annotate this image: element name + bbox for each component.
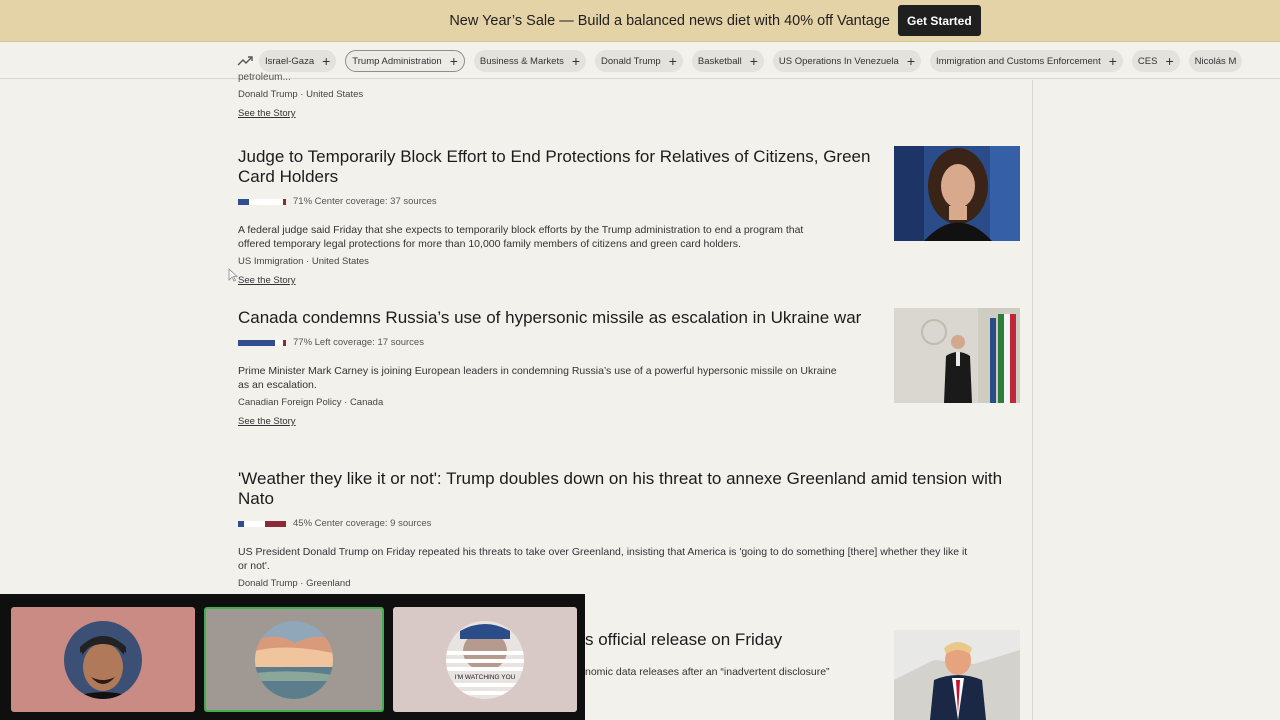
bias-left-segment: [238, 339, 275, 346]
story-thumbnail[interactable]: [894, 146, 1020, 241]
see-story-link[interactable]: See the Story: [238, 416, 296, 427]
topic-label: CES: [1137, 55, 1158, 67]
coverage-text: 45% Center coverage: 9 sources: [293, 518, 432, 529]
story-title[interactable]: s official release on Friday: [585, 630, 782, 650]
story-meta: Canadian Foreign Policy · Canada: [238, 397, 384, 408]
topic-nav: Israel-Gaza + Trump Administration + Busin…: [0, 44, 1280, 79]
bias-bar: [238, 198, 286, 205]
see-story-link[interactable]: See the Story: [238, 108, 296, 119]
avatar-caption: I'M WATCHING YOU: [454, 673, 516, 681]
topic-chip-active[interactable]: Trump Administration +: [345, 50, 465, 72]
plus-icon[interactable]: +: [907, 54, 915, 68]
participant-avatar: [255, 620, 333, 699]
bias-center-segment: [243, 520, 266, 527]
topic-chip[interactable]: Donald Trump +: [595, 50, 683, 72]
topic-label: Donald Trump: [601, 55, 661, 67]
bias-center-segment: [248, 198, 283, 205]
get-started-button[interactable]: Get Started: [897, 5, 981, 36]
topic-chip[interactable]: Basketball +: [691, 50, 764, 72]
video-call-strip: I'M WATCHING YOU: [0, 594, 585, 720]
story-summary: nomic data releases after an “inadverten…: [585, 666, 830, 678]
coverage-text: 71% Center coverage: 37 sources: [293, 196, 437, 207]
story-meta: Donald Trump · United States: [238, 89, 364, 100]
bias-indicator: 71% Center coverage: 37 sources: [238, 196, 878, 207]
see-story-link[interactable]: See the Story: [238, 275, 296, 286]
bias-center-segment: [274, 339, 284, 346]
bias-indicator: 77% Left coverage: 17 sources: [238, 337, 878, 348]
topic-label: Trump Administration: [352, 55, 442, 67]
plus-icon[interactable]: +: [1165, 54, 1173, 68]
topic-chip[interactable]: CES +: [1131, 50, 1180, 72]
story-card[interactable]: 'Weather they like it or not': Trump dou…: [238, 469, 1028, 589]
topic-label: US Operations In Venezuela: [778, 55, 899, 67]
participant-avatar: I'M WATCHING YOU: [446, 620, 524, 699]
promo-banner: New Year’s Sale — Build a balanced news …: [0, 0, 1280, 42]
bias-indicator: 45% Center coverage: 9 sources: [238, 518, 1028, 529]
topic-label: Basketball: [697, 55, 742, 67]
right-sidebar: [1033, 80, 1280, 720]
story-thumbnail[interactable]: [894, 630, 1020, 720]
topic-chip[interactable]: Business & Markets +: [473, 50, 587, 72]
plus-icon[interactable]: +: [450, 54, 458, 68]
previous-story-summary: petroleum...: [238, 72, 291, 82]
promo-text: New Year’s Sale — Build a balanced news …: [449, 12, 890, 29]
story-card[interactable]: Judge to Temporarily Block Effort to End…: [238, 147, 878, 288]
story-title[interactable]: Judge to Temporarily Block Effort to End…: [238, 147, 878, 187]
story-summary: A federal judge said Friday that she exp…: [238, 224, 804, 250]
participant-tile[interactable]: I'M WATCHING YOU: [393, 607, 577, 712]
bias-right-segment: [283, 339, 286, 346]
story-meta: Donald Trump · Greenland: [238, 578, 351, 589]
topic-chip[interactable]: Immigration and Customs Enforcement +: [930, 50, 1123, 72]
story-summary: Prime Minister Mark Carney is joining Eu…: [238, 365, 837, 391]
bias-right-segment: [265, 520, 286, 527]
coverage-text: 77% Left coverage: 17 sources: [293, 337, 424, 348]
topic-chip[interactable]: Nicolás M: [1188, 50, 1243, 72]
plus-icon[interactable]: +: [322, 54, 330, 68]
participant-tile[interactable]: [11, 607, 195, 712]
bias-bar: [238, 520, 286, 527]
story-title[interactable]: Canada condemns Russia’s use of hyperson…: [238, 308, 878, 328]
topic-label: Business & Markets: [479, 55, 564, 67]
topic-label: Israel-Gaza: [265, 55, 315, 67]
story-summary: US President Donald Trump on Friday repe…: [238, 546, 968, 572]
topic-label: Immigration and Customs Enforcement: [936, 55, 1101, 67]
plus-icon[interactable]: +: [750, 54, 758, 68]
bias-bar: [238, 339, 286, 346]
plus-icon[interactable]: +: [1109, 54, 1117, 68]
mouse-cursor-icon: [228, 268, 239, 287]
topic-label: Nicolás M: [1194, 55, 1237, 67]
participant-tile-active[interactable]: [204, 607, 384, 712]
bias-left-segment: [238, 198, 249, 205]
trending-icon: [237, 52, 255, 70]
story-title[interactable]: 'Weather they like it or not': Trump dou…: [238, 469, 1028, 509]
story-card[interactable]: Canada condemns Russia’s use of hyperson…: [238, 308, 878, 429]
bias-right-segment: [282, 198, 286, 205]
participant-avatar: [64, 620, 142, 699]
plus-icon[interactable]: +: [572, 54, 580, 68]
story-meta: US Immigration · United States: [238, 256, 369, 267]
topic-chip[interactable]: US Operations In Venezuela +: [772, 50, 921, 72]
story-thumbnail[interactable]: [894, 308, 1020, 403]
plus-icon[interactable]: +: [669, 54, 677, 68]
topic-chip[interactable]: Israel-Gaza +: [259, 50, 337, 72]
